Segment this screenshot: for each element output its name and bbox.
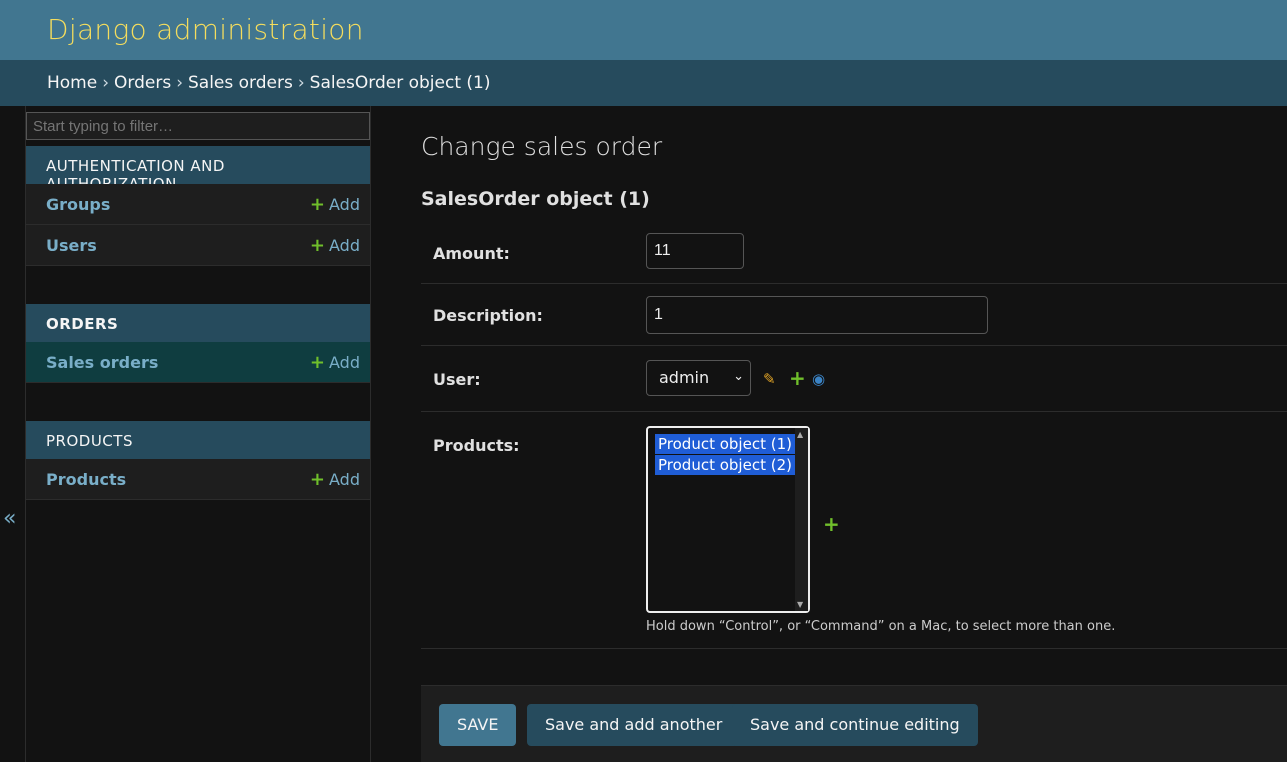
list-item[interactable]: Product object (1) <box>655 434 795 454</box>
user-select-value: admin <box>659 368 710 387</box>
form-row-user: User: admin ⌄ ✎ + ◉ <box>421 346 1287 412</box>
collapse-sidebar-icon[interactable]: « <box>3 508 16 530</box>
add-icon: + <box>309 469 326 490</box>
products-help-text: Hold down “Control”, or “Command” on a M… <box>646 619 1116 634</box>
scrollbar[interactable]: ▲ ▼ <box>795 428 808 611</box>
sidebar: AUTHENTICATION AND AUTHORIZATION Groups … <box>26 106 371 762</box>
module-header-auth[interactable]: AUTHENTICATION AND AUTHORIZATION <box>26 146 370 193</box>
sidebar-item-users[interactable]: Users + Add <box>26 225 370 266</box>
scroll-down-icon[interactable]: ▼ <box>797 600 803 609</box>
sidebar-item-sales-orders[interactable]: Sales orders + Add <box>26 342 370 383</box>
breadcrumb: Home › Orders › Sales orders › SalesOrder obje… <box>0 60 1287 106</box>
save-and-add-another-button[interactable]: Save and add another <box>527 704 741 746</box>
add-products-link[interactable]: + Add <box>310 469 360 490</box>
breadcrumb-separator: › <box>176 73 183 93</box>
form-row-description: Description: <box>421 284 1287 346</box>
amount-input[interactable] <box>646 233 744 269</box>
chevron-down-icon: ⌄ <box>733 369 744 384</box>
add-icon: + <box>309 235 326 256</box>
breadcrumb-separator: › <box>102 73 110 93</box>
form-row-products: Products: Product object (1) Product obj… <box>421 412 1287 649</box>
add-icon: + <box>309 194 326 215</box>
add-related-icon[interactable]: + <box>789 366 806 390</box>
user-select[interactable]: admin ⌄ <box>646 360 751 396</box>
user-label: User: <box>433 370 481 389</box>
add-users-link[interactable]: + Add <box>310 235 360 256</box>
eye-icon[interactable]: ◉ <box>812 370 825 388</box>
add-sales-orders-link[interactable]: + Add <box>310 352 360 373</box>
scroll-up-icon[interactable]: ▲ <box>797 430 803 439</box>
page-title: Change sales order <box>421 132 663 161</box>
add-groups-link[interactable]: + Add <box>310 194 360 215</box>
amount-label: Amount: <box>433 244 510 263</box>
products-label: Products: <box>433 436 520 455</box>
add-icon: + <box>309 352 326 373</box>
save-and-continue-button[interactable]: Save and continue editing <box>732 704 978 746</box>
pencil-icon[interactable]: ✎ <box>763 370 776 388</box>
module-header-orders[interactable]: ORDERS <box>26 304 370 342</box>
form-row-amount: Amount: <box>421 222 1287 284</box>
sidebar-item-products[interactable]: Products + Add <box>26 459 370 500</box>
description-input[interactable] <box>646 296 988 334</box>
sidebar-item-label[interactable]: Users <box>46 236 97 255</box>
site-header: Django administration <box>0 0 1287 60</box>
breadcrumb-separator: › <box>297 73 305 93</box>
breadcrumb-current: SalesOrder object (1) <box>309 73 491 93</box>
save-button[interactable]: SAVE <box>439 704 517 746</box>
sidebar-item-groups[interactable]: Groups + Add <box>26 184 370 225</box>
sidebar-item-label[interactable]: Groups <box>46 195 110 214</box>
nav-filter-input[interactable] <box>26 112 370 140</box>
add-link-label: Add <box>329 195 360 214</box>
add-related-icon[interactable]: + <box>823 512 840 536</box>
add-link-label: Add <box>329 470 360 489</box>
sidebar-item-label[interactable]: Products <box>46 470 126 489</box>
object-title: SalesOrder object (1) <box>421 188 650 210</box>
sidebar-toggle-strip: « <box>0 106 26 762</box>
sidebar-item-label[interactable]: Sales orders <box>46 353 158 372</box>
products-multiselect[interactable]: Product object (1) Product object (2) ▲ … <box>646 426 810 613</box>
add-link-label: Add <box>329 353 360 372</box>
breadcrumb-home[interactable]: Home <box>47 73 97 93</box>
breadcrumb-sales-orders[interactable]: Sales orders <box>188 73 293 93</box>
main-content: Change sales order SalesOrder object (1)… <box>371 106 1287 762</box>
breadcrumb-orders[interactable]: Orders <box>114 73 171 93</box>
list-item[interactable]: Product object (2) <box>655 455 795 475</box>
submit-row: SAVE Save and add another Save and conti… <box>421 685 1287 762</box>
description-label: Description: <box>433 306 543 325</box>
add-link-label: Add <box>329 236 360 255</box>
module-header-products[interactable]: PRODUCTS <box>26 421 370 459</box>
site-brand[interactable]: Django administration <box>47 13 364 46</box>
